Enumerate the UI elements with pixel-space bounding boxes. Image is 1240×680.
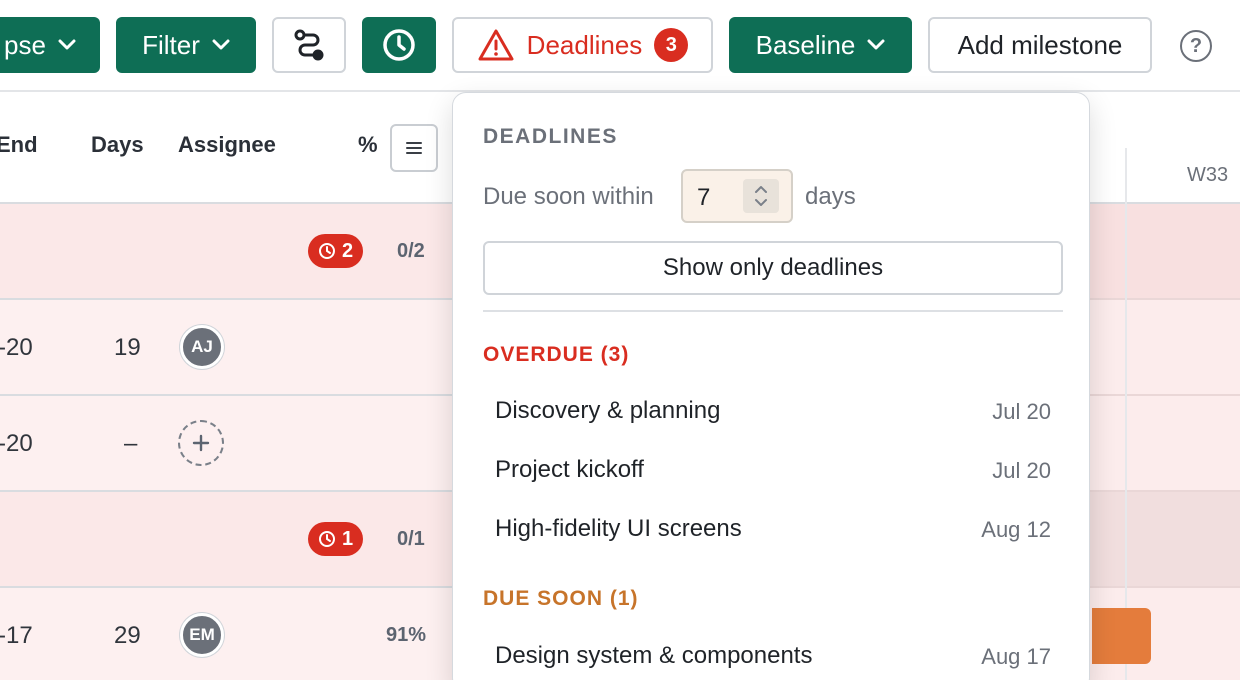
table-header: End Days Assignee % (0, 92, 452, 204)
table-row[interactable]: -20 – (0, 396, 452, 492)
progress-count: 0/1 (397, 528, 425, 550)
clock-icon (383, 29, 415, 61)
stepper-arrows-icon (755, 186, 767, 206)
deadline-name: Discovery & planning (495, 397, 721, 424)
due-soon-unit: days (805, 183, 856, 210)
deadlines-label: Deadlines (526, 29, 643, 60)
column-percent[interactable]: % (358, 132, 378, 158)
collapse-button[interactable]: pse (0, 17, 100, 73)
add-assignee-button[interactable] (178, 420, 224, 466)
baseline-label: Baseline (755, 29, 856, 60)
deadline-date: Jul 20 (992, 399, 1051, 424)
chevron-down-icon (212, 39, 230, 50)
menu-icon (406, 142, 422, 154)
deadline-date: Aug 17 (981, 644, 1051, 669)
duration-days: – (124, 430, 138, 457)
deadlines-button[interactable]: Deadlines 3 (452, 17, 713, 73)
deadline-item[interactable]: Project kickoff Jul 20 (483, 444, 1063, 496)
due-soon-days-input[interactable]: 7 (681, 169, 793, 223)
history-button[interactable] (362, 17, 436, 73)
add-milestone-button[interactable]: Add milestone (928, 17, 1152, 73)
column-days[interactable]: Days (91, 132, 144, 158)
deadlines-popover: DEADLINES Due soon within 7 days Show on… (452, 92, 1090, 680)
week-gridline (1125, 148, 1127, 680)
deadline-item[interactable]: Design system & components Aug 17 (483, 630, 1063, 680)
table-row[interactable]: -17 29 EM 91% (0, 588, 452, 680)
percent-complete: 91% (386, 624, 427, 646)
warning-icon (478, 29, 514, 61)
show-only-deadlines-button[interactable]: Show only deadlines (483, 241, 1063, 295)
clock-icon (319, 243, 335, 259)
deadline-item[interactable]: Discovery & planning Jul 20 (483, 385, 1063, 437)
filter-label: Filter (142, 29, 200, 60)
column-menu-button[interactable] (390, 124, 438, 172)
end-date: -20 (0, 334, 33, 361)
overdue-count: 1 (342, 527, 354, 550)
overdue-heading: OVERDUE (3) (483, 343, 630, 366)
column-end[interactable]: End (0, 132, 38, 158)
overdue-badge: 2 (308, 234, 364, 268)
table-row[interactable]: 1 0/1 (0, 492, 452, 588)
avatar[interactable]: AJ (180, 325, 224, 369)
table-row[interactable]: 2 0/2 (0, 204, 452, 300)
number-stepper[interactable] (743, 179, 779, 213)
deadlines-count-badge: 3 (654, 28, 689, 62)
progress-count: 0/2 (397, 240, 425, 262)
toolbar: pse Filter Deadlines 3 Baseline Add mile… (0, 0, 1240, 92)
avatar[interactable]: EM (180, 613, 224, 657)
due-soon-heading: DUE SOON (1) (483, 587, 639, 610)
deadline-date: Jul 20 (992, 458, 1051, 483)
deadline-item[interactable]: High-fidelity UI screens Aug 12 (483, 503, 1063, 555)
end-date: -17 (0, 622, 33, 649)
deadline-name: Project kickoff (495, 456, 644, 483)
duration-days: 29 (114, 622, 141, 649)
help-icon[interactable]: ? (1180, 30, 1212, 62)
chevron-down-icon (867, 39, 885, 50)
task-bar[interactable] (1092, 608, 1151, 664)
add-milestone-label: Add milestone (957, 29, 1123, 60)
overdue-count: 2 (342, 239, 354, 262)
clock-icon (319, 531, 335, 547)
overdue-badge: 1 (308, 522, 364, 556)
baseline-button[interactable]: Baseline (729, 17, 912, 73)
filter-button[interactable]: Filter (116, 17, 256, 73)
duration-days: 19 (114, 334, 141, 361)
column-assignee[interactable]: Assignee (178, 132, 276, 158)
collapse-label: pse (4, 29, 46, 60)
end-date: -20 (0, 430, 33, 457)
deadline-name: High-fidelity UI screens (495, 515, 742, 542)
week-label: W33 (1187, 164, 1229, 186)
due-soon-days-value: 7 (697, 184, 711, 211)
chevron-down-icon (58, 39, 76, 50)
task-table: End Days Assignee % 2 0/2 -20 19 AJ -20 … (0, 92, 452, 680)
popover-title: DEADLINES (483, 125, 618, 148)
plus-icon (192, 434, 210, 452)
table-row[interactable]: -20 19 AJ (0, 300, 452, 396)
deadline-name: Design system & components (495, 642, 813, 669)
divider (483, 310, 1063, 312)
dependencies-button[interactable] (272, 17, 346, 73)
deadline-date: Aug 12 (981, 517, 1051, 542)
route-icon (294, 29, 324, 61)
due-soon-label: Due soon within (483, 183, 654, 210)
